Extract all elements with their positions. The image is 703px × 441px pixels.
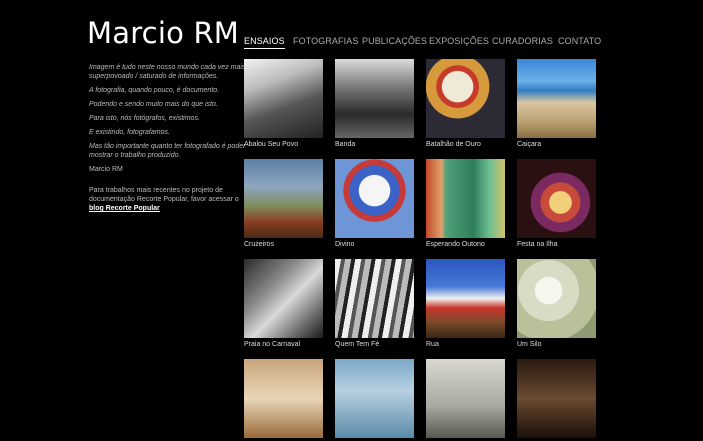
gallery-thumbnail[interactable] [517, 259, 596, 338]
intro-paragraph: E existindo, fotografamos. [89, 129, 170, 136]
gallery-thumbnail[interactable] [244, 259, 323, 338]
recorte-popular-note: Para trabalhos mais recentes no projeto … [89, 186, 249, 213]
site-logo[interactable]: Marcio RM [87, 16, 239, 50]
nav-exposicoes[interactable]: EXPOSIÇÕES [429, 36, 489, 46]
gallery-item[interactable]: Batalhão de Ouro [426, 59, 505, 148]
cta-text: Para trabalhos mais recentes no projeto … [89, 187, 239, 203]
gallery-item[interactable] [517, 359, 596, 441]
gallery-item[interactable]: Divino [335, 159, 414, 248]
main-nav: ENSAIOS FOTOGRAFIAS PUBLICAÇÕES EXPOSIÇÕ… [244, 36, 601, 50]
gallery-caption[interactable]: Caiçara [517, 141, 596, 148]
gallery-item[interactable]: Festa na Ilha [517, 159, 596, 248]
intro-paragraph: A fotografia, quando pouco, é documento. [89, 87, 220, 94]
gallery-thumbnail[interactable] [517, 359, 596, 438]
gallery-thumbnail[interactable] [335, 359, 414, 438]
gallery-caption[interactable]: Rua [426, 341, 505, 348]
gallery-item[interactable]: Abalou Seu Povo [244, 59, 323, 148]
intro-paragraph: Imagem é tudo neste nosso mundo cada vez… [89, 64, 246, 80]
nav-fotografias[interactable]: FOTOGRAFIAS [293, 36, 358, 46]
gallery-thumbnail[interactable] [335, 59, 414, 138]
sidebar-intro: Imagem é tudo neste nosso mundo cada vez… [89, 63, 249, 218]
gallery-item[interactable] [426, 359, 505, 441]
signature: Marcio RM [89, 166, 123, 173]
gallery-caption[interactable]: Banda [335, 141, 414, 148]
blog-recorte-popular-link[interactable]: blog Recorte Popular [89, 205, 160, 212]
gallery-caption[interactable]: Abalou Seu Povo [244, 141, 323, 148]
gallery-item[interactable]: Caiçara [517, 59, 596, 148]
gallery-caption[interactable]: Quem Tem Fé [335, 341, 414, 348]
gallery-caption[interactable]: Festa na Ilha [517, 241, 596, 248]
nav-ensaios[interactable]: ENSAIOS [244, 36, 285, 49]
gallery-caption[interactable]: Praia no Carnaval [244, 341, 323, 348]
nav-curadorias[interactable]: CURADORIAS [492, 36, 553, 46]
gallery-thumbnail[interactable] [244, 59, 323, 138]
gallery-caption[interactable]: Cruzeiros [244, 241, 323, 248]
gallery-thumbnail[interactable] [426, 159, 505, 238]
gallery-caption[interactable]: Um Silo [517, 341, 596, 348]
gallery-thumbnail[interactable] [426, 259, 505, 338]
gallery-caption[interactable]: Divino [335, 241, 414, 248]
gallery-item[interactable]: Um Silo [517, 259, 596, 348]
gallery-thumbnail[interactable] [517, 59, 596, 138]
gallery-item[interactable]: Praia no Carnaval [244, 259, 323, 348]
gallery-item[interactable]: Cruzeiros [244, 159, 323, 248]
gallery-caption[interactable]: Batalhão de Ouro [426, 141, 505, 148]
gallery-item[interactable] [244, 359, 323, 441]
nav-publicacoes[interactable]: PUBLICAÇÕES [362, 36, 427, 46]
gallery-item[interactable]: Esperando Outono [426, 159, 505, 248]
gallery-thumbnail[interactable] [244, 159, 323, 238]
gallery-item[interactable] [335, 359, 414, 441]
nav-contato[interactable]: CONTATO [558, 36, 601, 46]
intro-paragraph: Podendo e sendo muito mais do que isto. [89, 101, 218, 108]
gallery-thumbnail[interactable] [335, 159, 414, 238]
gallery-thumbnail[interactable] [335, 259, 414, 338]
gallery-item[interactable]: Quem Tem Fé [335, 259, 414, 348]
intro-paragraph: Mas tão importante quanto ter fotografad… [89, 143, 246, 159]
gallery-item[interactable]: Banda [335, 59, 414, 148]
gallery-caption[interactable]: Esperando Outono [426, 241, 505, 248]
gallery-thumbnail[interactable] [426, 359, 505, 438]
intro-paragraph: Para isto, nós fotógrafos, existimos. [89, 115, 200, 122]
gallery-thumbnail[interactable] [426, 59, 505, 138]
gallery-thumbnail[interactable] [517, 159, 596, 238]
gallery-thumbnail[interactable] [244, 359, 323, 438]
gallery-item[interactable]: Rua [426, 259, 505, 348]
